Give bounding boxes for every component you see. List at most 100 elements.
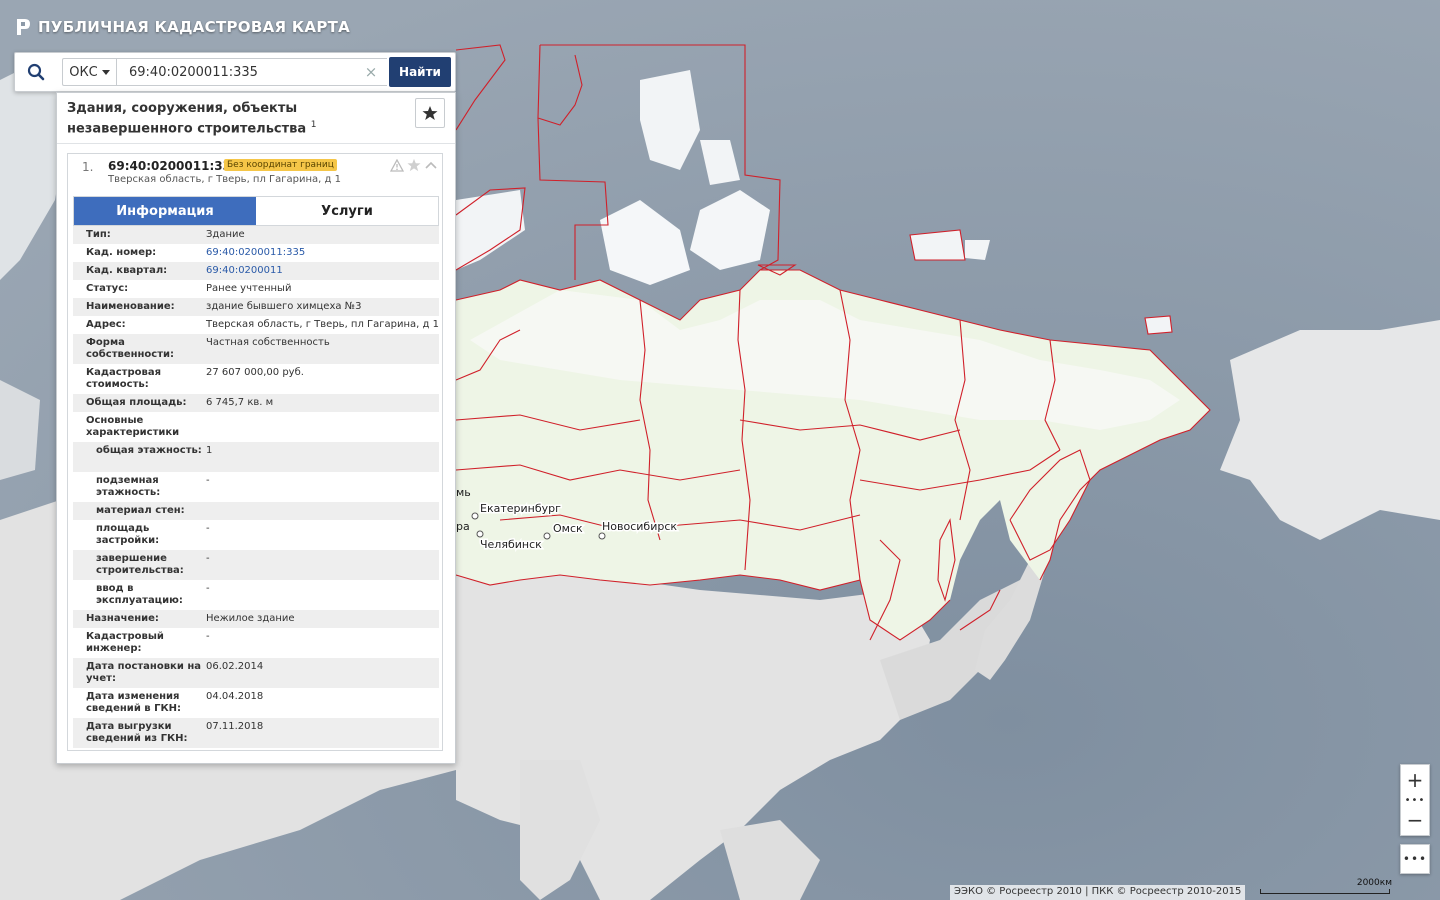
field-value xyxy=(206,415,439,439)
field-label: Кадастровая стоимость: xyxy=(86,367,161,390)
results-panel: Здания, сооружения, объекты незавершенно… xyxy=(56,92,456,764)
table-row: Общая площадь: 6 745,7 кв. м xyxy=(73,394,439,412)
tabs: Информация Услуги xyxy=(73,196,439,226)
field-label: Дата постановки на учет: xyxy=(86,661,201,684)
cad-number-link[interactable]: 69:40:0200011:335 xyxy=(206,247,439,259)
field-value: - xyxy=(206,631,210,642)
info-table: Тип: Здание Кад. номер: 69:40:0200011:335 … xyxy=(73,226,439,748)
search-bar: ОКС × Найти xyxy=(14,52,456,92)
field-value: здание бывшего химцеха №3 xyxy=(206,301,362,312)
results-heading-text: Здания, сооружения, объекты незавершенно… xyxy=(67,101,307,137)
field-label: Адрес: xyxy=(86,319,126,330)
table-row: Основные характеристики xyxy=(73,412,439,442)
field-value: 06.02.2014 xyxy=(206,661,264,672)
field-value: Нежилое здание xyxy=(206,613,295,624)
field-value: Здание xyxy=(206,229,245,240)
field-label: общая этажность: xyxy=(96,445,202,456)
result-address: Тверская область, г Тверь, пл Гагарина, … xyxy=(108,174,341,185)
table-row: общая этажность: 1 xyxy=(73,442,439,472)
table-row: Статус: Ранее учтенный xyxy=(73,280,439,298)
table-row: Наименование: здание бывшего химцеха №3 xyxy=(73,298,439,316)
star-icon[interactable] xyxy=(407,158,421,172)
table-row: Тип: Здание xyxy=(73,226,439,244)
field-label: Форма собственности: xyxy=(86,337,175,360)
section-label: Основные характеристики xyxy=(86,415,180,438)
field-value: 07.11.2018 xyxy=(206,721,264,732)
field-label: Дата выгрузки сведений из ГКН: xyxy=(86,721,188,744)
city-label: Екатеринбург xyxy=(480,502,561,515)
city-label: ра xyxy=(456,520,470,533)
object-type-value: ОКС xyxy=(69,64,98,80)
city-label: мь xyxy=(456,486,471,499)
search-icon[interactable] xyxy=(15,53,57,91)
table-row: материал стен: xyxy=(73,502,439,520)
result-cad-id[interactable]: 69:40:0200011:335 xyxy=(108,159,239,173)
table-row: Кадастровая стоимость: 27 607 000,00 руб. xyxy=(73,364,439,394)
search-input[interactable] xyxy=(116,58,387,86)
field-value xyxy=(206,505,439,517)
table-row: Форма собственности: Частная собственност… xyxy=(73,334,439,364)
table-row: Дата изменения сведений в ГКН: 04.04.2018 xyxy=(73,688,439,718)
field-value: - xyxy=(206,583,210,594)
scale-bar xyxy=(1260,889,1390,894)
zoom-in-icon[interactable]: + xyxy=(1401,765,1429,795)
close-icon[interactable]: × xyxy=(363,63,379,81)
field-label: Кад. номер: xyxy=(86,247,157,258)
logo-icon[interactable] xyxy=(14,17,32,37)
field-label: Тип: xyxy=(86,229,111,240)
field-value: 04.04.2018 xyxy=(206,691,264,702)
star-icon xyxy=(422,106,438,120)
table-row: Кад. квартал: 69:40:0200011 xyxy=(73,262,439,280)
result-number: 1. xyxy=(82,160,94,174)
table-row: площадь застройки: - xyxy=(73,520,439,550)
results-heading: Здания, сооружения, объекты незавершенно… xyxy=(67,101,403,137)
find-button[interactable]: Найти xyxy=(389,57,451,87)
table-row: ввод в эксплуатацию: - xyxy=(73,580,439,610)
field-label: завершение строительства: xyxy=(96,553,184,576)
table-row: Дата постановки на учет: 06.02.2014 xyxy=(73,658,439,688)
tab-services[interactable]: Услуги xyxy=(256,197,438,225)
table-row: Дата выгрузки сведений из ГКН: 07.11.2018 xyxy=(73,718,439,748)
field-label: Дата изменения сведений в ГКН: xyxy=(86,691,182,714)
table-row: Кадастровый инженер: - xyxy=(73,628,439,658)
field-label: материал стен: xyxy=(96,505,185,516)
field-label: подземная этажность: xyxy=(96,475,161,498)
field-label: Кад. квартал: xyxy=(86,265,168,276)
field-label: ввод в эксплуатацию: xyxy=(96,583,183,606)
table-row: Назначение: Нежилое здание xyxy=(73,610,439,628)
zoom-levels-handle[interactable]: ••• xyxy=(1401,795,1429,806)
field-value: - xyxy=(206,553,210,564)
field-label: Назначение: xyxy=(86,613,159,624)
city-label: Омск xyxy=(553,522,583,535)
object-type-select[interactable]: ОКС xyxy=(62,58,116,86)
favorites-button[interactable] xyxy=(415,98,445,128)
field-label: Общая площадь: xyxy=(86,397,187,408)
table-row: Адрес: Тверская область, г Тверь, пл Гага… xyxy=(73,316,439,334)
map-scale: 2000км xyxy=(1258,878,1392,896)
cad-quarter-link[interactable]: 69:40:0200011 xyxy=(206,265,439,277)
field-label: площадь застройки: xyxy=(96,523,160,546)
field-label: Наименование: xyxy=(86,301,175,312)
field-value: - xyxy=(206,523,210,534)
zoom-out-icon[interactable]: − xyxy=(1401,805,1429,835)
tab-information[interactable]: Информация xyxy=(74,197,256,225)
table-row: Кад. номер: 69:40:0200011:335 xyxy=(73,244,439,262)
field-value: Частная собственность xyxy=(206,337,330,348)
field-value: Тверская область, г Тверь, пл Гагарина, … xyxy=(206,319,439,330)
field-value: 6 745,7 кв. м xyxy=(206,397,274,408)
zoom-control: + ••• − xyxy=(1400,764,1430,836)
app-header: ПУБЛИЧНАЯ КАДАСТРОВАЯ КАРТА xyxy=(14,14,350,40)
app-title: ПУБЛИЧНАЯ КАДАСТРОВАЯ КАРТА xyxy=(38,18,351,36)
results-count: 1 xyxy=(310,120,317,130)
field-value: 27 607 000,00 руб. xyxy=(206,367,304,378)
result-card[interactable]: 1. 69:40:0200011:335 Без координат грани… xyxy=(67,153,443,751)
map-attribution: ЭЭКО © Росреестр 2010 | ПКК © Росреестр … xyxy=(950,885,1246,900)
warning-icon[interactable] xyxy=(390,158,404,172)
field-value: 1 xyxy=(206,445,213,456)
status-badge: Без координат границ xyxy=(224,159,337,171)
divider xyxy=(57,143,455,144)
more-icon[interactable]: ••• xyxy=(1400,844,1430,874)
city-label: Челябинск xyxy=(480,538,542,551)
chevron-up-icon[interactable] xyxy=(424,159,438,171)
table-row: завершение строительства: - xyxy=(73,550,439,580)
